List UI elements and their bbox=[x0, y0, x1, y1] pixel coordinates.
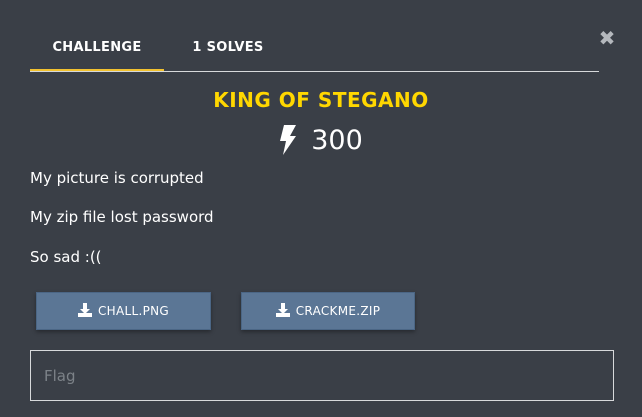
modal-tabs: CHALLENGE 1 SOLVES bbox=[30, 30, 599, 72]
download-icon bbox=[77, 302, 92, 321]
download-icon bbox=[275, 302, 290, 321]
tab-solves[interactable]: 1 SOLVES bbox=[164, 30, 292, 70]
challenge-title: KING OF STEGANO bbox=[213, 88, 429, 112]
points-value: 300 bbox=[311, 124, 363, 156]
description-line: My picture is corrupted bbox=[30, 169, 204, 187]
description-line: So sad :(( bbox=[30, 248, 102, 266]
file-button-label: CHALL.PNG bbox=[97, 304, 169, 318]
tab-challenge[interactable]: CHALLENGE bbox=[30, 30, 164, 71]
bolt-icon bbox=[279, 125, 297, 155]
close-icon[interactable]: ✖ bbox=[598, 28, 616, 48]
flag-input[interactable] bbox=[30, 350, 614, 401]
description-line: My zip file lost password bbox=[30, 208, 214, 226]
challenge-modal: ✖ CHALLENGE 1 SOLVES KING OF STEGANO 300… bbox=[0, 0, 642, 417]
challenge-points: 300 bbox=[0, 122, 642, 158]
file-button-label: CRACKME.ZIP bbox=[295, 304, 381, 318]
download-chall-png-button[interactable]: CHALL.PNG bbox=[36, 292, 211, 330]
download-crackme-zip-button[interactable]: CRACKME.ZIP bbox=[241, 292, 415, 330]
